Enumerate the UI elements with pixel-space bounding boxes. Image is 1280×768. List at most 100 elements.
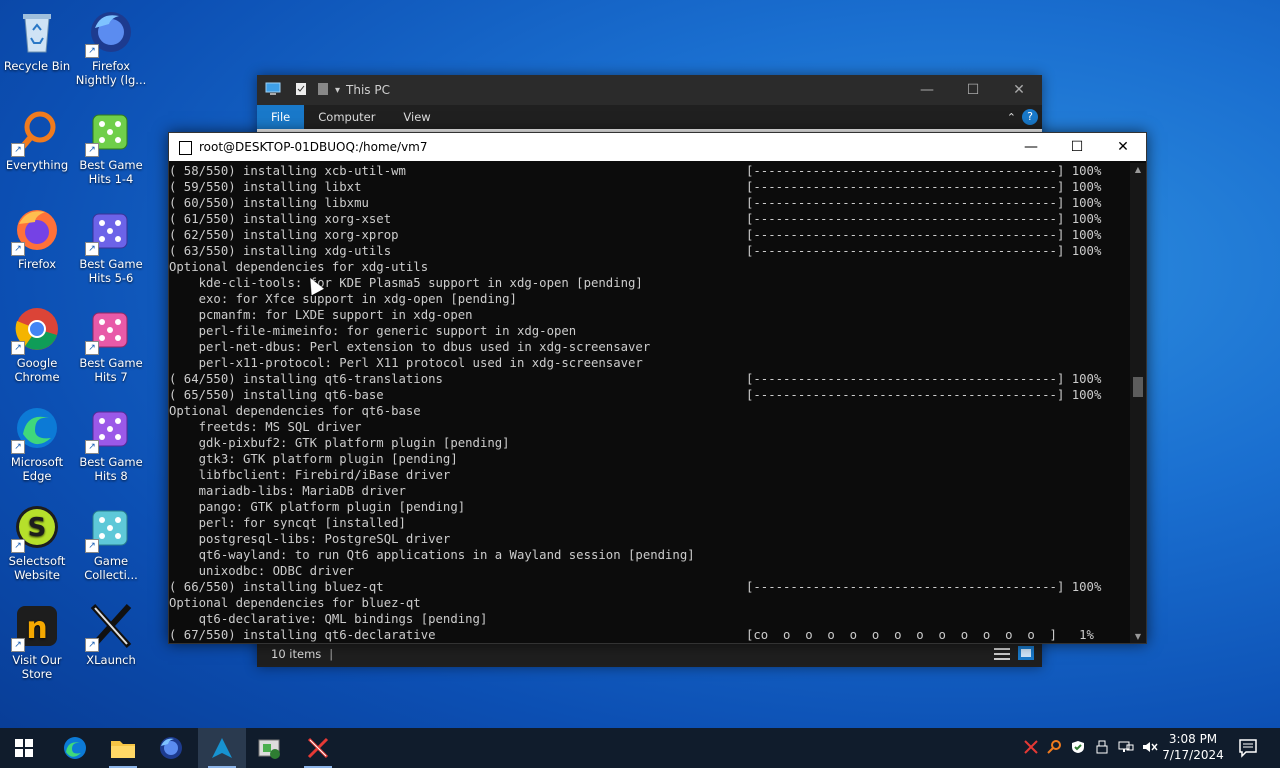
- desktop-icon-label: Selectsoft Website: [8, 554, 66, 582]
- terminal-line: pcmanfm: for LXDE support in xdg-open: [169, 308, 473, 322]
- usb-device-icon[interactable]: [1090, 739, 1114, 758]
- system-tray: [1020, 728, 1162, 768]
- terminal-line: ( 59/550) installing libxt: [169, 180, 362, 194]
- clock[interactable]: 3:08 PM 7/17/2024: [1158, 731, 1228, 763]
- shortcut-arrow-icon: ↗: [85, 440, 99, 454]
- shortcut-arrow-icon: ↗: [85, 638, 99, 652]
- desktop-icon-recycle-bin[interactable]: Recycle Bin: [0, 8, 74, 73]
- status-bar: 10 items |: [257, 641, 1042, 667]
- terminal-line: ( 62/550) installing xorg-xprop: [169, 228, 399, 242]
- item-count: 10 items: [271, 647, 322, 661]
- details-view-icon[interactable]: [994, 647, 1010, 664]
- close-button[interactable]: ✕: [996, 75, 1042, 105]
- windows-logo-icon: [15, 739, 33, 757]
- desktop-icon-selectsoft-website[interactable]: S ↗ Selectsoft Website: [0, 503, 74, 582]
- new-folder-icon[interactable]: [317, 82, 329, 99]
- taskbar-xlaunch[interactable]: [294, 728, 342, 768]
- svg-text:S: S: [28, 513, 47, 543]
- desktop-icon-firefox[interactable]: ↗ Firefox: [0, 206, 74, 271]
- dice-icon: ↗: [85, 206, 135, 256]
- collapse-ribbon-icon[interactable]: ⌃: [1007, 111, 1016, 124]
- terminal-scrollbar[interactable]: ▲ ▼: [1130, 163, 1146, 643]
- desktop-icon-label: Recycle Bin: [3, 59, 71, 73]
- tab-view[interactable]: View: [389, 105, 444, 129]
- xlaunch-tray-icon[interactable]: [1020, 739, 1042, 758]
- desktop-icon-visit-our-store[interactable]: n ↗ Visit Our Store: [0, 602, 74, 681]
- tab-file[interactable]: File: [257, 105, 305, 129]
- taskbar-game-app[interactable]: [246, 728, 294, 768]
- clock-time: 3:08 PM: [1168, 732, 1218, 746]
- taskbar-terminal[interactable]: [198, 728, 246, 768]
- desktop-icon-label: Visit Our Store: [12, 653, 62, 681]
- taskbar-edge[interactable]: [51, 728, 99, 768]
- desktop-icon-everything[interactable]: ↗ Everything: [0, 107, 74, 172]
- tab-computer[interactable]: Computer: [304, 105, 389, 129]
- terminal-line: libfbclient: Firebird/iBase driver: [169, 468, 451, 482]
- desktop-icon-best-game-hits-5-6[interactable]: ↗ Best Game Hits 5-6: [74, 206, 148, 285]
- shortcut-arrow-icon: ↗: [85, 143, 99, 157]
- start-button[interactable]: [0, 728, 48, 768]
- desktop-icon-best-game-hits-7[interactable]: ↗ Best Game Hits 7: [74, 305, 148, 384]
- terminal-line: Optional dependencies for bluez-qt: [169, 596, 421, 610]
- desktop-icon-best-game-hits-1-4[interactable]: ↗ Best Game Hits 1-4: [74, 107, 148, 186]
- help-icon[interactable]: ?: [1022, 109, 1038, 125]
- desktop-icon-google-chrome[interactable]: ↗ Google Chrome: [0, 305, 74, 384]
- notifications-button[interactable]: [1228, 728, 1268, 768]
- large-icons-view-icon[interactable]: [1018, 646, 1034, 663]
- terminal-window[interactable]: root@DESKTOP-01DBUOQ:/home/vm7 — ☐ ✕ ( 5…: [168, 132, 1147, 644]
- shortcut-arrow-icon: ↗: [85, 341, 99, 355]
- scrollbar-thumb[interactable]: [1133, 377, 1143, 397]
- terminal-line: ( 66/550) installing bluez-qt: [169, 580, 384, 594]
- action-center-icon: [1239, 739, 1257, 758]
- desktop-icon-label: Everything: [5, 158, 69, 172]
- maximize-button[interactable]: ☐: [1054, 133, 1100, 161]
- desktop-icon-best-game-hits-8[interactable]: ↗ Best Game Hits 8: [74, 404, 148, 483]
- desktop-icon-game-collection[interactable]: ↗ Game Collecti...: [74, 503, 148, 582]
- shortcut-arrow-icon: ↗: [11, 242, 25, 256]
- firefox-nightly-icon: [160, 737, 182, 759]
- quick-access-dropdown-icon[interactable]: ▾: [335, 85, 340, 96]
- desktop-icon-label: Best Game Hits 1-4: [79, 158, 143, 186]
- shortcut-arrow-icon: ↗: [85, 242, 99, 256]
- minimize-button[interactable]: —: [904, 75, 950, 105]
- recycle-bin-icon: [13, 8, 61, 56]
- terminal-line: Optional dependencies for qt6-base: [169, 404, 421, 418]
- scroll-up-icon[interactable]: ▲: [1130, 165, 1146, 174]
- shortcut-arrow-icon: ↗: [11, 341, 25, 355]
- store-icon: n ↗: [11, 602, 61, 652]
- security-shield-icon[interactable]: [1066, 739, 1090, 758]
- scroll-down-icon[interactable]: ▼: [1130, 632, 1146, 641]
- ribbon-tabs: File Computer View ⌃ ?: [257, 105, 1042, 129]
- dice-icon: ↗: [85, 404, 135, 454]
- desktop-icon-firefox-nightly[interactable]: ↗ Firefox Nightly (lg...: [74, 8, 148, 87]
- explorer-titlebar[interactable]: ▾ This PC — ☐ ✕: [257, 75, 1042, 105]
- progress-bar: [---------------------------------------…: [746, 196, 1102, 210]
- progress-bar: [---------------------------------------…: [746, 244, 1102, 258]
- desktop-icon-label: Best Game Hits 8: [79, 455, 143, 483]
- desktop-icon-label: Google Chrome: [14, 356, 60, 384]
- maximize-button[interactable]: ☐: [950, 75, 996, 105]
- network-icon[interactable]: [1114, 739, 1138, 758]
- progress-bar: [---------------------------------------…: [746, 580, 1102, 594]
- shortcut-arrow-icon: ↗: [11, 143, 25, 157]
- terminal-line: ( 58/550) installing xcb-util-wm: [169, 164, 406, 178]
- terminal-output[interactable]: ( 58/550) installing xcb-util-wm ( 59/550…: [169, 163, 1129, 643]
- terminal-title: root@DESKTOP-01DBUOQ:/home/vm7: [199, 140, 428, 154]
- minimize-button[interactable]: —: [1008, 133, 1054, 161]
- properties-icon[interactable]: [295, 82, 307, 99]
- shortcut-arrow-icon: ↗: [11, 638, 25, 652]
- taskbar-firefox-nightly[interactable]: [147, 728, 195, 768]
- progress-bar: [---------------------------------------…: [746, 180, 1102, 194]
- close-button[interactable]: ✕: [1100, 133, 1146, 161]
- terminal-line: gdk-pixbuf2: GTK platform plugin [pendin…: [169, 436, 510, 450]
- terminal-line: ( 61/550) installing xorg-xset: [169, 212, 392, 226]
- taskbar-file-explorer[interactable]: [99, 728, 147, 768]
- everything-tray-icon[interactable]: [1042, 739, 1066, 758]
- taskbar: 3:08 PM 7/17/2024: [0, 728, 1280, 768]
- desktop-icon-microsoft-edge[interactable]: ↗ Microsoft Edge: [0, 404, 74, 483]
- folder-icon: [111, 741, 135, 758]
- desktop-icon-xlaunch[interactable]: ↗ XLaunch: [74, 602, 148, 667]
- desktop-icon-label: Game Collecti...: [84, 554, 138, 582]
- terminal-icon: [179, 141, 192, 155]
- terminal-titlebar[interactable]: root@DESKTOP-01DBUOQ:/home/vm7 — ☐ ✕: [169, 133, 1146, 161]
